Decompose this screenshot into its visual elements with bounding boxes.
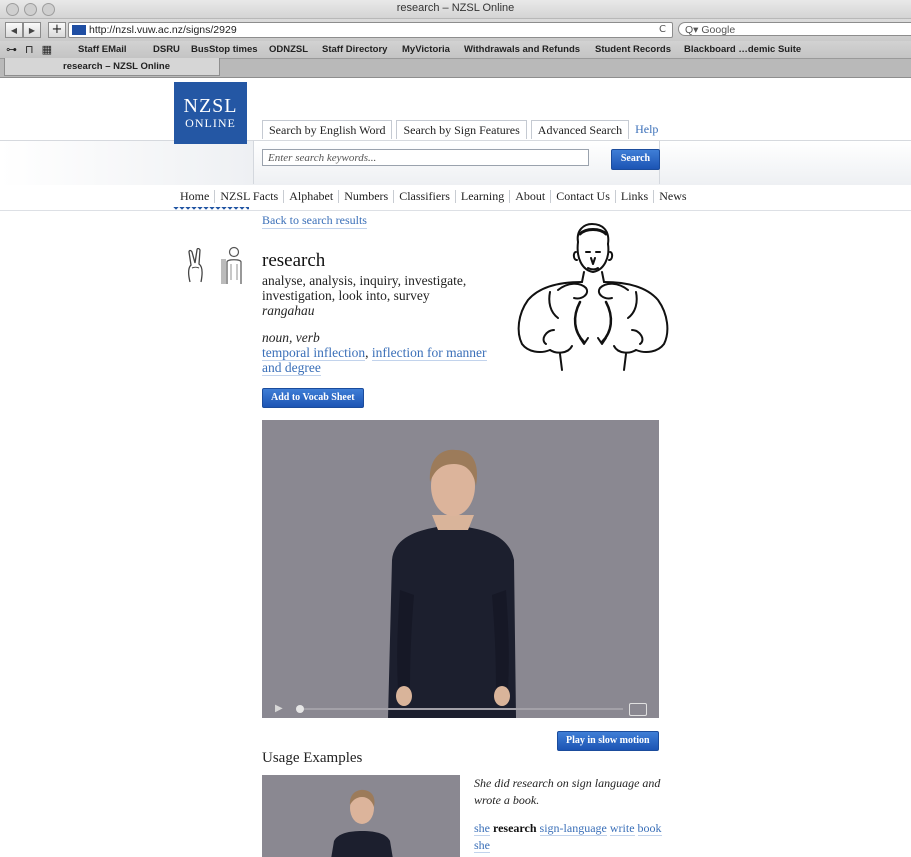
browser-tab-active[interactable]: research – NZSL Online [4, 58, 220, 76]
gloss-link[interactable]: she [474, 838, 490, 853]
nav-nzsl-facts[interactable]: NZSL Facts [214, 190, 283, 203]
search-band-fade [0, 141, 254, 185]
video-scrubber[interactable] [300, 708, 623, 710]
top-sites-grid-icon[interactable]: ▦ [42, 43, 52, 56]
bookmark-item[interactable]: BusStop times [191, 44, 258, 55]
search-button[interactable]: Search [611, 149, 660, 170]
video-frame [262, 420, 659, 718]
usage-examples-heading: Usage Examples [262, 750, 363, 766]
window-titlebar: research – NZSL Online [0, 0, 911, 19]
add-to-vocab-sheet-button[interactable]: Add to Vocab Sheet [262, 388, 364, 408]
nav-alphabet[interactable]: Alphabet [283, 190, 338, 203]
inflections: temporal inflection, inflection for mann… [262, 345, 502, 376]
bookmark-item[interactable]: ODNZSL [269, 44, 308, 55]
scrubber-handle[interactable] [296, 705, 304, 713]
site-favicon-icon [72, 25, 86, 35]
forward-button[interactable]: ▶ [23, 22, 41, 38]
window-title: research – NZSL Online [396, 2, 515, 14]
bookmark-item[interactable]: Student Records [595, 44, 671, 55]
handshape-icon [187, 248, 203, 283]
maori-gloss: rangahau [262, 303, 315, 318]
nav-contact-us[interactable]: Contact Us [550, 190, 615, 203]
bookmarks-bar: ⊶ ⊓ ▦ Staff EMail DSRU BusStop times ODN… [0, 41, 911, 58]
tab-search-sign-features[interactable]: Search by Sign Features [396, 120, 527, 139]
bookmark-item[interactable]: DSRU [153, 44, 180, 55]
bookmark-item[interactable]: Staff EMail [78, 44, 127, 55]
nav-classifiers[interactable]: Classifiers [393, 190, 455, 203]
body-location-icon [221, 246, 242, 284]
play-slow-motion-button[interactable]: Play in slow motion [557, 731, 659, 751]
nav-home[interactable]: Home [175, 190, 214, 203]
browser-search-field[interactable]: Q▾ Google [678, 22, 911, 36]
usage-video-frame [262, 775, 460, 857]
nav-numbers[interactable]: Numbers [338, 190, 393, 203]
tab-advanced-search[interactable]: Advanced Search [530, 120, 630, 139]
usage-example-sentence: She did research on sign language and wr… [474, 776, 661, 807]
bookmark-tools: ⊶ ⊓ ▦ [6, 43, 52, 56]
bookmark-item[interactable]: Staff Directory [322, 44, 387, 55]
divider [253, 140, 254, 184]
nav-learning[interactable]: Learning [454, 190, 509, 203]
bookmark-item[interactable]: Blackboard …demic Suite [684, 44, 801, 55]
gloss-link[interactable]: book [637, 821, 662, 836]
help-link[interactable]: Help [635, 120, 658, 139]
reload-icon[interactable]: C [659, 23, 666, 37]
inflection-link-temporal[interactable]: temporal inflection [262, 345, 366, 361]
logo-line2: ONLINE [185, 116, 236, 130]
gloss-link[interactable]: write [609, 821, 635, 836]
bookmark-item[interactable]: MyVictoria [402, 44, 450, 55]
gloss-link[interactable]: sign-language [539, 821, 607, 836]
address-bar[interactable]: http://nzsl.vuw.ac.nz/signs/2929 C [68, 22, 673, 38]
inflection-separator: , [365, 345, 372, 360]
part-of-speech: noun, verb [262, 330, 320, 345]
synonyms: analyse, analysis, inquiry, investigate,… [262, 273, 467, 303]
tab-bar: research – NZSL Online [0, 58, 911, 78]
back-button[interactable]: ◀ [5, 22, 23, 38]
web-page: NZSL ONLINE Search by English Word Searc… [0, 78, 911, 857]
reading-list-icon[interactable]: ⊶ [6, 43, 17, 56]
url-text: http://nzsl.vuw.ac.nz/signs/2929 [89, 24, 237, 36]
gloss-current-word: research [493, 821, 537, 835]
search-tabs: Search by English Word Search by Sign Fe… [262, 120, 658, 139]
bookmark-item[interactable]: Withdrawals and Refunds [464, 44, 580, 55]
sign-video-player[interactable]: ▶ [262, 420, 659, 718]
browser-toolbar: ◀ ▶ + http://nzsl.vuw.ac.nz/signs/2929 C… [0, 19, 911, 41]
tab-search-english[interactable]: Search by English Word [262, 120, 393, 139]
nav-news[interactable]: News [653, 190, 691, 203]
fullscreen-icon[interactable] [629, 703, 647, 716]
back-to-results-link[interactable]: Back to search results [262, 213, 367, 229]
add-bookmark-button[interactable]: + [48, 22, 66, 38]
video-controls: ▶ [262, 700, 659, 718]
nav-buttons: ◀ ▶ [5, 22, 41, 38]
nav-about[interactable]: About [509, 190, 550, 203]
logo-line1: NZSL [183, 95, 238, 117]
headword: research [262, 250, 326, 271]
site-logo[interactable]: NZSL ONLINE [174, 82, 247, 144]
play-icon[interactable]: ▶ [275, 703, 283, 714]
bookmarks-book-icon[interactable]: ⊓ [25, 43, 34, 56]
sign-illustration [517, 223, 669, 371]
gloss-link[interactable]: she [474, 821, 490, 836]
search-input[interactable]: Enter search keywords... [262, 149, 589, 166]
nav-links[interactable]: Links [614, 190, 653, 203]
main-nav: Home NZSL Facts Alphabet Numbers Classif… [0, 184, 911, 211]
usage-example-video[interactable] [262, 775, 460, 857]
active-nav-indicator [173, 207, 249, 212]
usage-example-gloss: she research sign-language write book sh… [474, 820, 664, 854]
